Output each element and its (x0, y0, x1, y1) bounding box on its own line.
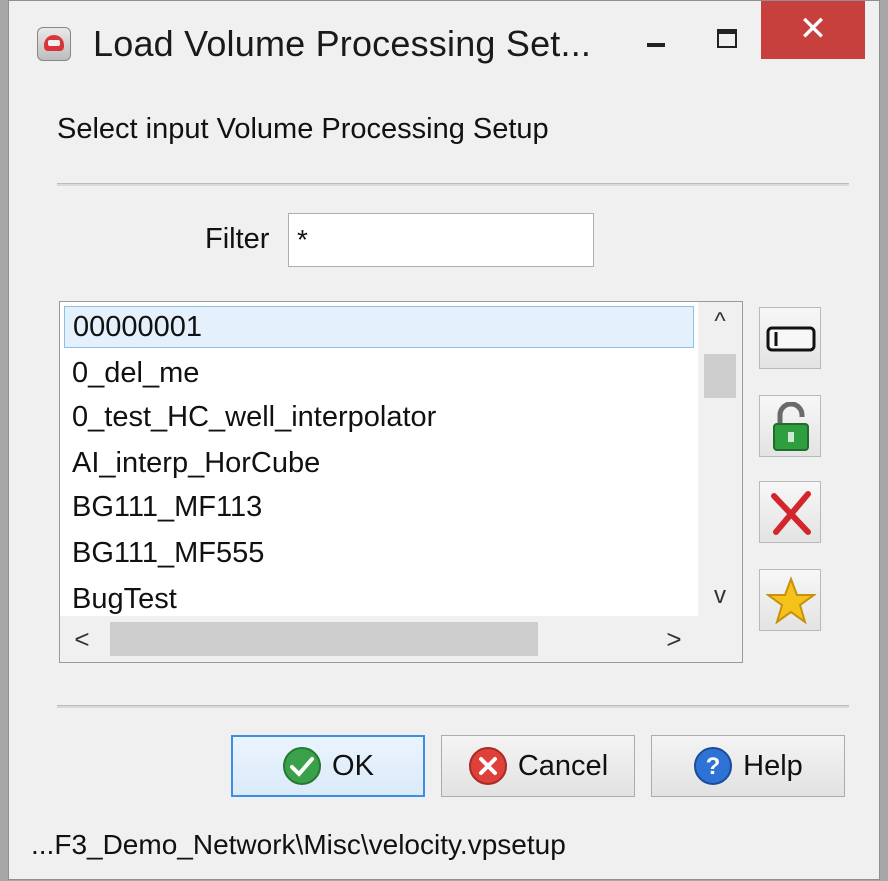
maximize-button[interactable] (705, 11, 765, 71)
dialog-content: Select input Volume Processing Setup Fil… (9, 89, 879, 881)
status-path: ...F3_Demo_Network\Misc\velocity.vpsetup (31, 829, 566, 860)
filter-label: Filter (205, 223, 270, 255)
star-icon (766, 576, 816, 625)
horizontal-scroll-thumb[interactable] (110, 622, 538, 656)
delete-icon (771, 491, 811, 535)
list-item[interactable]: BG111_MF555 (64, 532, 694, 574)
scroll-left-icon[interactable]: < (60, 616, 104, 662)
ok-label: OK (332, 749, 374, 782)
help-icon: ? (694, 747, 733, 785)
list-item[interactable]: 0_test_HC_well_interpolator (64, 396, 694, 438)
unlock-icon (773, 402, 809, 451)
setup-list[interactable]: 00000001 0_del_me 0_test_HC_well_interpo… (59, 301, 743, 663)
cancel-label: Cancel (517, 749, 609, 782)
list-item[interactable]: BugTest (64, 578, 694, 616)
scroll-down-icon[interactable]: v (698, 576, 742, 616)
minimize-button[interactable] (629, 11, 689, 71)
title-bar[interactable]: Load Volume Processing Set... ✕ (9, 1, 879, 89)
scroll-right-icon[interactable]: > (652, 616, 696, 662)
list-item[interactable]: 00000001 (64, 306, 694, 348)
delete-button[interactable] (759, 481, 821, 543)
cancel-icon (468, 747, 507, 785)
separator-bottom (57, 705, 849, 708)
ok-button[interactable]: OK (231, 735, 425, 797)
close-button[interactable]: ✕ (761, 1, 865, 59)
rename-button[interactable] (759, 307, 821, 369)
list-item[interactable]: 0_del_me (64, 352, 694, 394)
instruction-text: Select input Volume Processing Setup (57, 113, 549, 145)
svg-text:?: ? (706, 753, 721, 780)
vertical-scrollbar[interactable]: ^ v (698, 302, 742, 616)
help-button[interactable]: ? Help (651, 735, 845, 797)
unlock-button[interactable] (759, 395, 821, 457)
setup-list-items: 00000001 0_del_me 0_test_HC_well_interpo… (60, 302, 698, 616)
scroll-up-icon[interactable]: ^ (698, 302, 742, 342)
list-item[interactable]: BG111_MF113 (64, 486, 694, 528)
cancel-button[interactable]: Cancel (441, 735, 635, 797)
app-icon (37, 27, 71, 61)
help-label: Help (743, 749, 803, 782)
rename-icon (766, 326, 816, 352)
list-item[interactable]: AI_interp_HorCube (64, 442, 694, 484)
dialog-window: Load Volume Processing Set... ✕ Select i… (8, 0, 880, 880)
vertical-scroll-thumb[interactable] (704, 354, 736, 398)
separator-top (57, 183, 849, 186)
filter-input[interactable] (288, 213, 594, 267)
window-title: Load Volume Processing Set... (93, 23, 592, 64)
favorite-button[interactable] (759, 569, 821, 631)
check-icon (283, 747, 322, 785)
horizontal-scrollbar[interactable]: < > (60, 616, 742, 662)
